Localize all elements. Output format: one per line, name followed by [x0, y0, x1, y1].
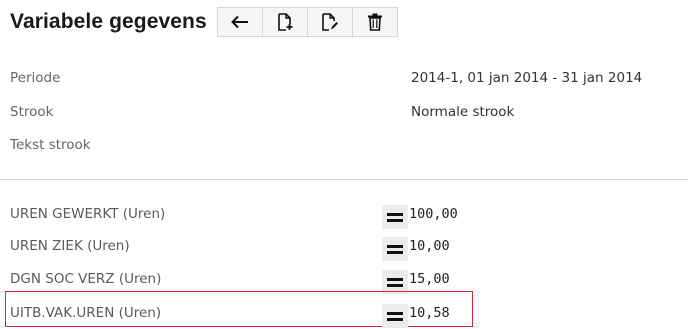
variable-label: UREN GEWERKT (Uren)	[10, 206, 166, 222]
strook-label: Strook	[10, 104, 54, 120]
page-header: Variabele gegevens	[10, 6, 398, 38]
periode-label: Periode	[10, 70, 61, 86]
new-document-icon	[277, 13, 293, 31]
arrow-left-icon	[230, 15, 248, 29]
divider	[0, 179, 688, 180]
page-title: Variabele gegevens	[10, 10, 207, 33]
new-button[interactable]	[263, 8, 308, 36]
variable-value: 100,00	[409, 206, 458, 222]
back-button[interactable]	[218, 8, 263, 36]
variable-row[interactable]: UREN GEWERKT (Uren) 100,00	[0, 200, 688, 230]
variable-value: 10,00	[409, 238, 450, 254]
edit-document-icon	[321, 13, 338, 31]
variable-value: 15,00	[409, 271, 450, 287]
variable-value: 10,58	[409, 305, 450, 321]
strook-value: Normale strook	[411, 104, 515, 120]
variable-row[interactable]: UREN ZIEK (Uren) 10,00	[0, 232, 688, 262]
variable-label: DGN SOC VERZ (Uren)	[10, 271, 162, 287]
periode-value: 2014-1, 01 jan 2014 - 31 jan 2014	[411, 70, 643, 86]
edit-button[interactable]	[308, 8, 353, 36]
operator-equals-icon	[382, 237, 408, 261]
operator-equals-icon	[382, 205, 408, 229]
trash-icon	[367, 13, 382, 31]
toolbar	[216, 7, 398, 37]
operator-equals-icon	[382, 304, 408, 328]
delete-button[interactable]	[353, 8, 397, 36]
variable-label: UREN ZIEK (Uren)	[10, 238, 130, 254]
tekst-strook-label: Tekst strook	[10, 137, 91, 153]
variable-row-highlighted[interactable]: UITB.VAK.UREN (Uren) 10,58	[0, 299, 688, 329]
variable-label: UITB.VAK.UREN (Uren)	[10, 305, 162, 321]
